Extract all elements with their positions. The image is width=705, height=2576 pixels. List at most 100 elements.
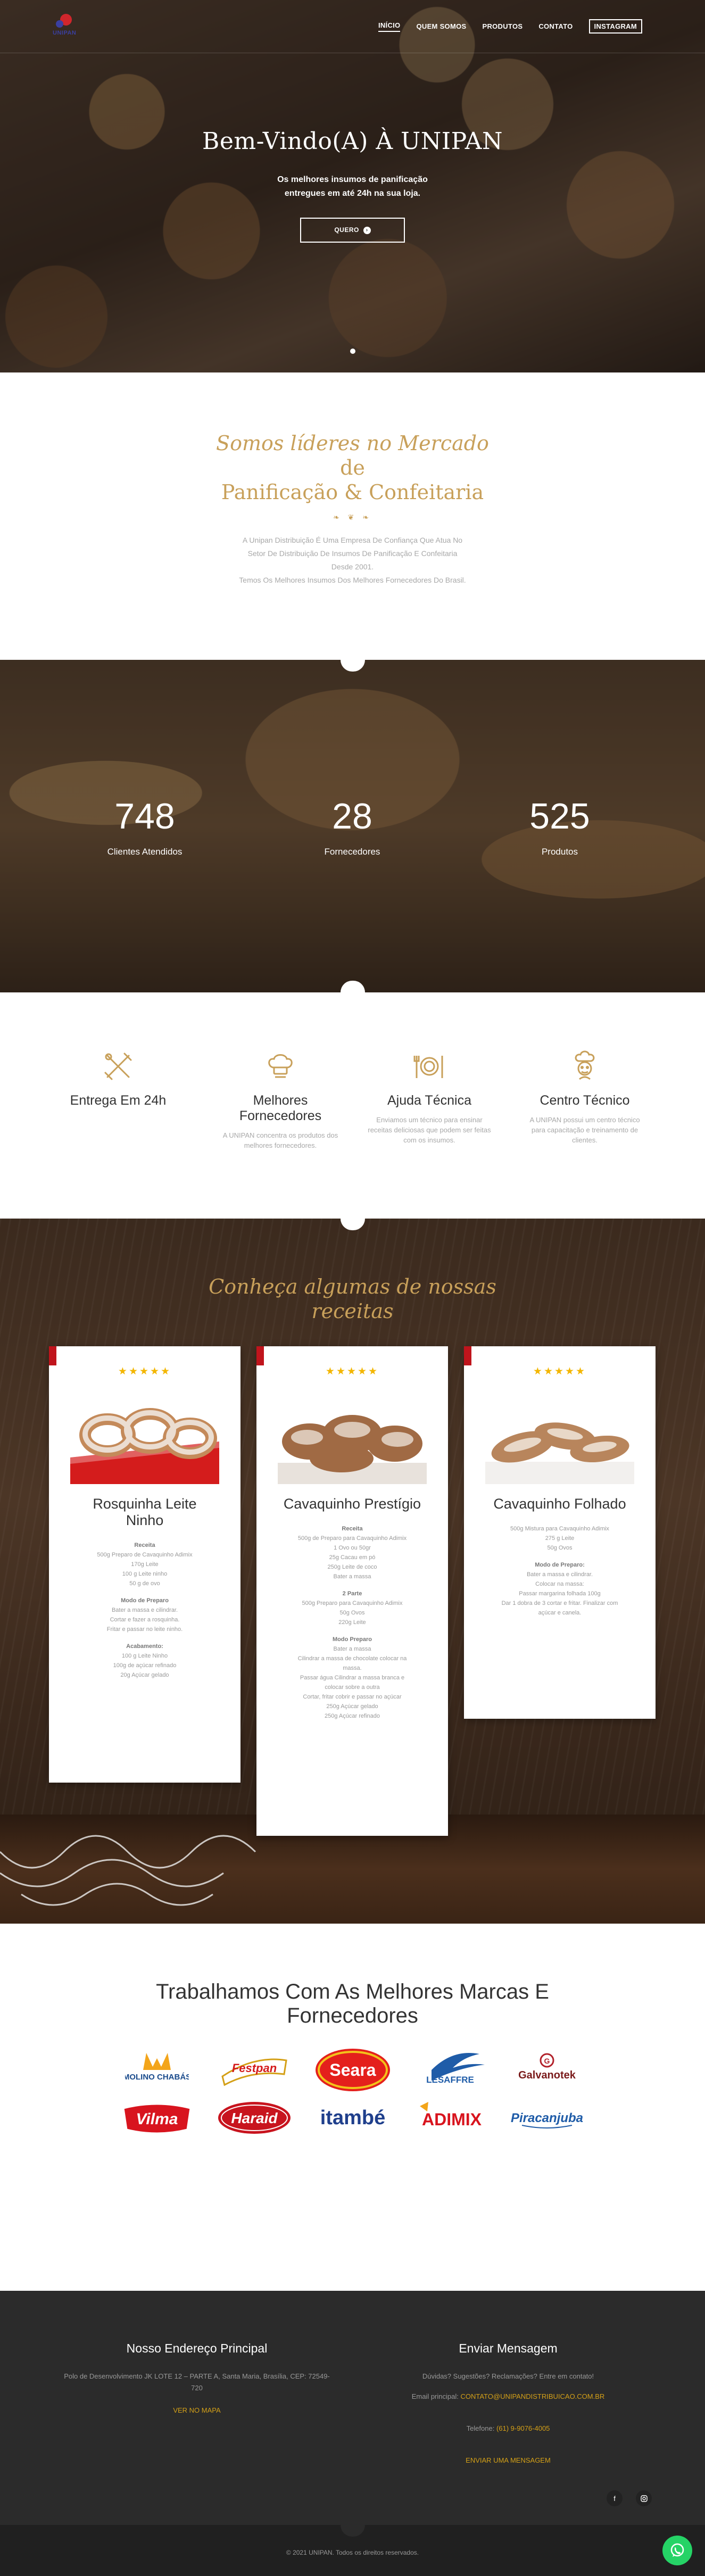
feature-description: A UNIPAN possui um centro técnico para c…: [516, 1115, 654, 1145]
adimix-logo-icon: ADIMIX: [419, 2102, 482, 2129]
feature-desc-line: receitas deliciosas que podem ser feitas: [368, 1126, 491, 1134]
hero-cta-button[interactable]: QUERO ›: [300, 218, 405, 243]
footer-address: Nosso Endereço Principal Polo de Desenvo…: [43, 2341, 351, 2416]
main-nav: INÍCIO QUEM SOMOS PRODUTOS CONTATO INSTA…: [378, 19, 642, 34]
brands-title-line: Trabalhamos Com As Melhores Marcas E: [156, 1980, 549, 2003]
feature-fornecedores: Melhores Fornecedores A UNIPAN concentra…: [211, 1049, 350, 1150]
recipe-card-rosquinha[interactable]: ★★★★★ Rosquinha Leite Ninho Receita 500g…: [49, 1346, 240, 1783]
donut-image-icon: [70, 1408, 219, 1484]
address-line: 720: [191, 2384, 203, 2392]
about-line: Desde 2001.: [331, 562, 374, 571]
facebook-icon[interactable]: f: [607, 2490, 623, 2506]
instagram-glyph: [640, 2495, 648, 2502]
address-title: Nosso Endereço Principal: [126, 2341, 268, 2355]
recipe-line: Dar 1 dobra de 3 cortar e fritar. Finali…: [501, 1600, 618, 1606]
feature-title-line: Entrega Em 24h: [70, 1093, 167, 1108]
brands-section: Trabalhamos Com As Melhores Marcas E For…: [0, 1924, 705, 2291]
rating-stars-icon: ★★★★★: [325, 1366, 379, 1377]
brand-name: Galvanotek: [518, 2069, 576, 2081]
galvanotek-logo-icon: G Galvanotek: [518, 2053, 576, 2081]
slider-dot[interactable]: [348, 1812, 353, 1817]
feature-centro-tecnico: Centro Técnico A UNIPAN possui um centro…: [516, 1049, 654, 1145]
pastry-image-icon: [278, 1415, 427, 1484]
recipe-section-heading: 2 Parte: [342, 1591, 362, 1597]
ribbon-bookmark-icon: [256, 1346, 264, 1365]
section-notch: [341, 660, 365, 672]
plate-icon: [413, 1056, 443, 1078]
feature-ajuda-tecnica: Ajuda Técnica Enviamos um técnico para e…: [360, 1049, 499, 1145]
nav-inicio[interactable]: INÍCIO: [378, 21, 401, 32]
nav-instagram[interactable]: INSTAGRAM: [588, 19, 642, 34]
feature-description: Enviamos um técnico para ensinar receita…: [360, 1115, 499, 1145]
brand-haraid: Haraid: [213, 2097, 295, 2139]
recipe-card-prestigio[interactable]: ★★★★★ Cavaquinho Prestígio Receita 500g …: [256, 1346, 448, 1836]
brand-lesaffre: LESAFFRE: [409, 2049, 491, 2091]
recipe-line: 170g Leite: [131, 1561, 159, 1568]
brand-seara: Seara: [311, 2049, 394, 2091]
recipe-line: colocar sobre a outra: [325, 1684, 380, 1691]
stat-value: 525: [529, 796, 590, 836]
section-notch: [341, 981, 365, 992]
rating-stars-icon: ★★★★★: [533, 1366, 587, 1377]
address-line: Polo de Desenvolvimento JK LOTE 12 – PAR…: [64, 2372, 330, 2380]
recipe-card-folhado[interactable]: ★★★★★ Cavaquinho Folhado 500g Mistura pa…: [464, 1346, 656, 1719]
brand-adimix: ADIMIX: [409, 2097, 491, 2139]
recipe-line: 250g Açúcar refinado: [325, 1713, 380, 1719]
icing-drizzle-decor: [0, 1835, 256, 1906]
hero-subtitle: Os melhores insumos de panificação entre…: [0, 173, 705, 201]
instagram-icon[interactable]: [636, 2490, 652, 2506]
whatsapp-button[interactable]: [662, 2536, 692, 2565]
recipe-line: Cortar e fazer a rosquinha.: [110, 1617, 180, 1623]
hero-subtitle-line2: entregues em até 24h na sua loja.: [284, 189, 421, 198]
recipe-body: Receita 500g de Preparo para Cavaquinho A…: [256, 1524, 448, 1721]
hero-section: UNIPAN INÍCIO QUEM SOMOS PRODUTOS CONTAT…: [0, 0, 705, 372]
brand-name: Vilma: [136, 2110, 178, 2128]
feature-title: Melhores Fornecedores: [211, 1093, 350, 1124]
phone-link[interactable]: (61) 9-9076-4005: [496, 2424, 550, 2432]
recipe-line: Colocar na massa:: [535, 1581, 584, 1587]
recipe-line: açúcar e canela.: [538, 1610, 582, 1616]
feature-desc-line: A UNIPAN possui um centro técnico: [529, 1116, 640, 1124]
recipe-line: 275 g Leite: [545, 1535, 575, 1542]
chef-hat-icon: [268, 1054, 293, 1078]
stat-value: 28: [332, 796, 372, 836]
recipe-line: Bater a massa e cilindrar.: [111, 1607, 178, 1613]
ribbon-bookmark-icon: [49, 1346, 56, 1365]
recipe-line: Cortar, fritar cobrir e passar no açúcar: [303, 1694, 402, 1700]
nav-contato[interactable]: CONTATO: [538, 22, 573, 30]
about-title-line1: Somos líderes no Mercado: [216, 432, 489, 455]
brands-title: Trabalhamos Com As Melhores Marcas E For…: [0, 1980, 705, 2028]
brand-name: Haraid: [231, 2110, 278, 2126]
brand-name: itambé: [320, 2107, 385, 2129]
feature-desc-line: Enviamos um técnico para ensinar: [376, 1116, 483, 1124]
rating-stars-icon: ★★★★★: [118, 1366, 172, 1377]
stat-label: Produtos: [541, 847, 578, 857]
brand-name: ADIMIX: [422, 2110, 482, 2129]
ornament-icon: ❧ ❦ ❧: [333, 513, 372, 521]
hero-content: Bem-Vindo(A) À UNIPAN Os melhores insumo…: [0, 128, 705, 243]
hero-slider-dot[interactable]: [350, 349, 355, 354]
brand-festpan: Festpan: [213, 2049, 295, 2091]
recipe-line: 220g Leite: [338, 1619, 366, 1626]
festpan-logo-icon: Festpan: [221, 2058, 287, 2086]
recipe-line: Bater a massa: [333, 1646, 371, 1652]
brand-vilma: Vilma: [115, 2097, 198, 2139]
slider-dot[interactable]: [357, 1812, 362, 1817]
nav-quem-somos[interactable]: QUEM SOMOS: [416, 22, 466, 30]
about-line: Setor De Distribuição De Insumos De Pani…: [247, 549, 458, 558]
feature-title-line: Melhores: [253, 1093, 308, 1108]
feature-desc-line: com os insumos.: [403, 1136, 455, 1144]
site-logo[interactable]: UNIPAN: [51, 11, 92, 40]
feature-title-line: Ajuda Técnica: [387, 1093, 471, 1108]
brand-piracanjuba: Piracanjuba: [505, 2097, 588, 2139]
brand-galvanotek: G Galvanotek: [505, 2049, 588, 2091]
send-message-link[interactable]: ENVIAR UMA MENSAGEM: [466, 2456, 551, 2464]
recipes-title-line: receitas: [311, 1299, 394, 1323]
recipes-title: Conheça algumas de nossas receitas: [0, 1274, 705, 1323]
map-link[interactable]: VER NO MAPA: [173, 2406, 220, 2414]
email-link[interactable]: CONTATO@UNIPANDISTRIBUICAO.COM.BR: [460, 2392, 604, 2400]
brand-name: LESAFFRE: [426, 2075, 474, 2085]
recipe-line: 500g Preparo para Cavaquinho Adimix: [302, 1600, 403, 1606]
top-navbar: UNIPAN INÍCIO QUEM SOMOS PRODUTOS CONTAT…: [0, 0, 705, 53]
nav-produtos[interactable]: PRODUTOS: [482, 22, 522, 30]
